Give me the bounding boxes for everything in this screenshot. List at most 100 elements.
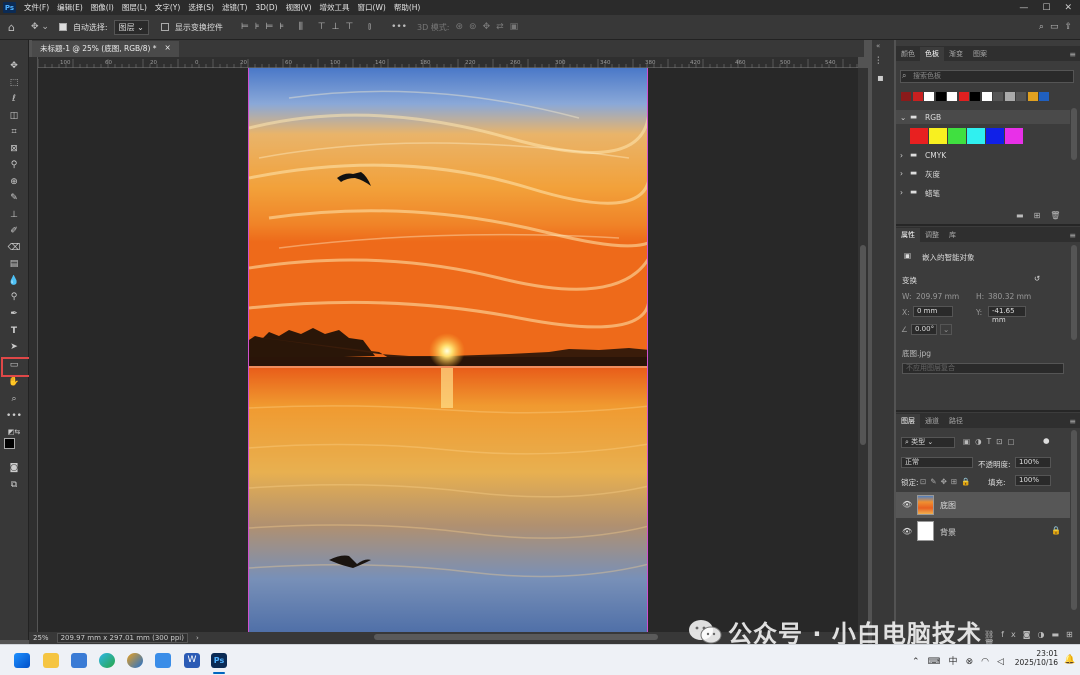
tab-properties[interactable]: 属性 — [896, 228, 920, 242]
tab-swatches[interactable]: 色板 — [920, 47, 944, 61]
search-icon[interactable]: ⌕ — [1039, 22, 1044, 32]
rgb-swatch[interactable] — [1005, 128, 1023, 144]
photos-icon[interactable] — [71, 653, 87, 668]
panel-menu-icon[interactable]: ≡ — [1065, 48, 1080, 61]
panel-menu-icon[interactable]: ≡ — [1065, 229, 1080, 242]
menu-window[interactable]: 窗口(W) — [354, 2, 390, 13]
3d-tools-icons[interactable]: ⊛⊚✥⇄▣ — [456, 22, 525, 32]
edge-browser-icon[interactable] — [99, 653, 115, 668]
recent-swatch[interactable] — [947, 92, 957, 101]
group-icon[interactable]: ▬ — [1051, 630, 1066, 639]
recent-swatch[interactable] — [1016, 92, 1026, 101]
type-tool-icon[interactable]: T — [6, 324, 22, 338]
move-tool-preset-icon[interactable]: ✥ ⌄ — [31, 22, 49, 32]
hand-tool-icon[interactable]: ✋ — [6, 375, 22, 389]
layer-filter-dropdown[interactable]: ⌕ 类型 ⌄ — [901, 437, 955, 448]
screen-mode-icon[interactable]: ⧉ — [6, 478, 22, 492]
tab-adjustments[interactable]: 调整 — [920, 228, 944, 242]
wifi-icon[interactable]: ◠ — [981, 657, 997, 667]
recent-swatch[interactable] — [1027, 92, 1038, 101]
recent-swatch[interactable] — [958, 92, 969, 101]
layer-comp-select[interactable]: 不应用图层复合 — [902, 363, 1064, 374]
status-menu-arrow[interactable]: › — [196, 634, 199, 642]
recent-swatch[interactable] — [912, 92, 923, 101]
blur-tool-icon[interactable]: 💧 — [6, 274, 22, 288]
swatch-group-label[interactable]: 灰度 — [925, 169, 940, 180]
edge-canary-icon[interactable] — [127, 653, 143, 668]
filter-toggle-icon[interactable]: ● — [1043, 436, 1050, 445]
healing-brush-tool-icon[interactable]: ⊕ — [6, 175, 22, 189]
gray-group-chevron-icon[interactable]: › — [900, 169, 903, 178]
clock[interactable]: 23:01 2025/10/16 — [1012, 649, 1058, 667]
layer-filter-icons[interactable]: ▣◑T⊡▢ — [963, 437, 1020, 446]
rgb-swatch[interactable] — [967, 128, 985, 144]
cmyk-group-chevron-icon[interactable]: › — [900, 151, 903, 160]
angle-input[interactable]: 0.00° — [911, 324, 937, 335]
dock-collapse-icon[interactable]: « — [876, 42, 880, 50]
tray-settings-icon[interactable]: ⊗ — [966, 657, 982, 667]
recent-swatch[interactable] — [935, 92, 946, 101]
brush-tool-icon[interactable]: ✎ — [6, 191, 22, 205]
x-input[interactable]: 0 mm — [913, 306, 953, 317]
tab-layers[interactable]: 图层 — [896, 414, 920, 428]
dodge-tool-icon[interactable]: ⚲ — [6, 290, 22, 304]
delete-swatch-icon[interactable]: 🗑 — [1050, 211, 1070, 220]
vertical-scroll-thumb[interactable] — [860, 245, 866, 445]
file-explorer-icon[interactable] — [43, 653, 59, 668]
more-options-icon[interactable]: ••• — [391, 22, 407, 32]
document-canvas[interactable] — [248, 68, 648, 632]
frame-tool-icon[interactable]: ⊠ — [6, 142, 22, 156]
quick-mask-icon[interactable]: ◙ — [6, 461, 22, 475]
comments-panel-icon[interactable]: ▪ — [877, 73, 889, 85]
auto-select-checkbox[interactable] — [58, 23, 67, 31]
new-group-icon[interactable]: ▬ — [1016, 211, 1034, 220]
menu-filter[interactable]: 滤镜(T) — [218, 2, 251, 13]
volume-icon[interactable]: ◁ — [997, 657, 1012, 667]
edit-toolbar-icon[interactable]: ••• — [6, 409, 22, 423]
rgb-group-chevron-icon[interactable]: ⌄ — [900, 113, 906, 122]
rgb-swatch[interactable] — [929, 128, 947, 144]
menu-type[interactable]: 文字(Y) — [151, 2, 184, 13]
tab-patterns[interactable]: 图案 — [968, 47, 992, 61]
recent-swatch[interactable] — [970, 92, 980, 101]
clone-stamp-tool-icon[interactable]: ⊥ — [6, 208, 22, 222]
pastel-group-chevron-icon[interactable]: › — [900, 188, 903, 197]
menu-view[interactable]: 视图(V) — [282, 2, 316, 13]
object-select-tool-icon[interactable]: ◫ — [6, 109, 22, 123]
new-swatch-icon[interactable]: ⊞ — [1034, 211, 1051, 220]
adjustment-icon[interactable]: ◑ — [1037, 630, 1051, 639]
recent-swatch[interactable] — [924, 92, 934, 101]
crop-tool-icon[interactable]: ⌗ — [6, 125, 22, 139]
visibility-eye-icon[interactable]: 👁 — [902, 527, 912, 536]
tab-libraries[interactable]: 库 — [944, 228, 961, 242]
share-icon[interactable]: ⇪ — [1064, 22, 1072, 32]
workspace-icon[interactable]: ▭ — [1050, 22, 1059, 32]
height-value[interactable]: 380.32 mm — [988, 292, 1031, 301]
visibility-eye-icon[interactable]: 👁 — [902, 500, 912, 509]
learn-panel-icon[interactable]: ⫶ — [877, 56, 889, 68]
properties-scrollbar[interactable] — [1071, 245, 1077, 340]
default-colors-icon[interactable]: ◩⇆ — [6, 425, 22, 439]
swatches-scrollbar[interactable] — [1071, 108, 1077, 160]
blend-mode-dropdown[interactable]: 正常 — [901, 457, 973, 468]
keyboard-icon[interactable]: ⌨ — [928, 657, 949, 667]
layer-row-background[interactable]: 👁 背景 🔒 — [896, 519, 1070, 544]
lock-icons[interactable]: ⊡✎✥⊞🔒 — [920, 477, 974, 486]
rgb-swatch[interactable] — [910, 128, 928, 144]
layer-name[interactable]: 背景 — [940, 527, 956, 538]
recent-swatch[interactable] — [1039, 92, 1049, 101]
new-layer-icon[interactable]: ⊞ — [1066, 630, 1080, 639]
menu-3d[interactable]: 3D(D) — [251, 3, 281, 12]
rgb-swatch[interactable] — [986, 128, 1004, 144]
pen-tool-icon[interactable]: ✒ — [6, 307, 22, 321]
swatch-group-label[interactable]: CMYK — [925, 151, 946, 160]
move-tool-icon[interactable]: ✥ — [6, 59, 22, 73]
tray-chevron-icon[interactable]: ⌃ — [912, 657, 928, 667]
zoom-tool-icon[interactable]: ⌕ — [6, 392, 22, 406]
swatch-group-rgb[interactable] — [896, 110, 1070, 124]
menu-image[interactable]: 图像(I) — [87, 2, 118, 13]
tab-color[interactable]: 颜色 — [896, 47, 920, 61]
opacity-input[interactable]: 100% — [1015, 457, 1051, 468]
y-input[interactable]: -41.65 mm — [988, 306, 1026, 324]
path-select-tool-icon[interactable]: ➤ — [6, 340, 22, 354]
